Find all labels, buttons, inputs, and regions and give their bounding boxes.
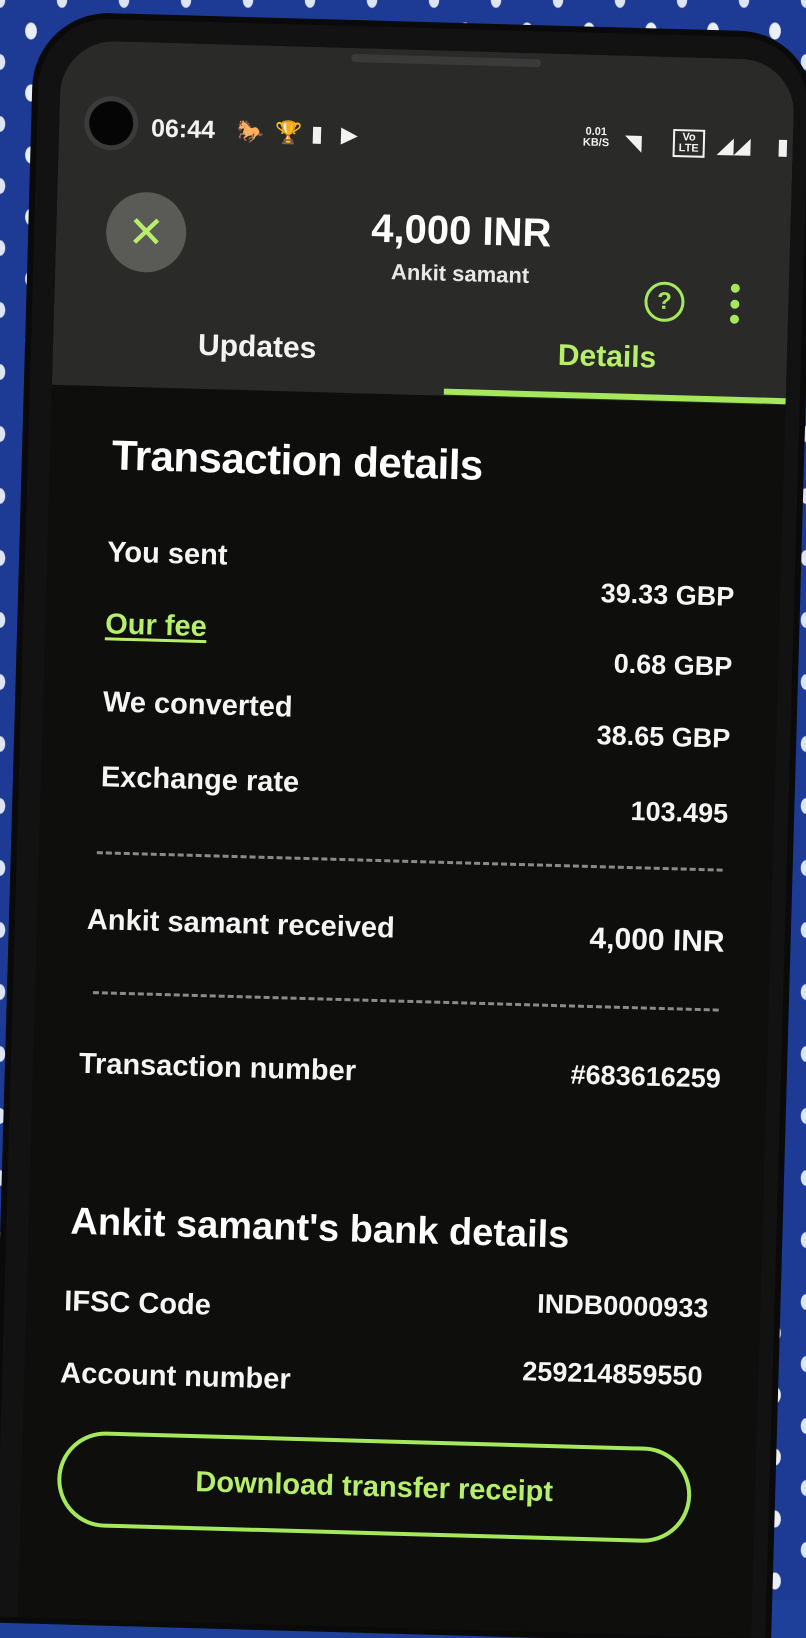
label-you-sent: You sent bbox=[106, 536, 228, 572]
network-speed: 0.01 KB/S bbox=[582, 126, 610, 150]
header-recipient: Ankit samant bbox=[390, 259, 530, 289]
status-bar: 06:44 🐎 🏆 ▮ ▶ 0.01 KB/S ◥ Vo LTE ◢◢ ▮ bbox=[150, 110, 790, 167]
divider bbox=[96, 851, 723, 872]
network-speed-unit: KB/S bbox=[582, 136, 610, 150]
label-we-converted: We converted bbox=[102, 686, 294, 724]
youtube-icon: ▶ bbox=[340, 121, 359, 148]
notification-icon: 🐎 bbox=[236, 118, 265, 145]
tab-updates[interactable]: Updates bbox=[198, 329, 317, 366]
help-icon[interactable]: ? bbox=[643, 281, 685, 323]
section-title-transaction: Transaction details bbox=[111, 431, 484, 489]
value-account-number[interactable]: 259214859550 bbox=[522, 1356, 703, 1392]
value-ifsc[interactable]: INDB0000933 bbox=[537, 1289, 709, 1325]
divider bbox=[92, 991, 719, 1012]
volte-badge: Vo LTE bbox=[672, 128, 706, 158]
value-our-fee: 0.68 GBP bbox=[613, 648, 733, 682]
signal-icon: ◢◢ bbox=[716, 132, 752, 159]
status-time: 06:44 bbox=[150, 114, 216, 145]
our-fee-link[interactable]: Our fee bbox=[105, 608, 207, 644]
app-header: 06:44 🐎 🏆 ▮ ▶ 0.01 KB/S ◥ Vo LTE ◢◢ ▮ ✕ … bbox=[51, 39, 796, 406]
label-exchange-rate: Exchange rate bbox=[100, 761, 300, 799]
front-camera bbox=[88, 100, 134, 146]
wifi-icon: ◥ bbox=[624, 129, 643, 156]
phone-body: 06:44 🐎 🏆 ▮ ▶ 0.01 KB/S ◥ Vo LTE ◢◢ ▮ ✕ … bbox=[0, 17, 806, 1638]
phone-screen: 06:44 🐎 🏆 ▮ ▶ 0.01 KB/S ◥ Vo LTE ◢◢ ▮ ✕ … bbox=[17, 39, 796, 1638]
sim-icon: ▮ bbox=[310, 120, 324, 147]
label-ifsc: IFSC Code bbox=[63, 1285, 212, 1322]
label-transaction-number: Transaction number bbox=[78, 1047, 357, 1088]
close-icon: ✕ bbox=[127, 207, 166, 258]
battery-icon: ▮ bbox=[776, 133, 790, 160]
download-receipt-button[interactable]: Download transfer receipt bbox=[56, 1430, 693, 1544]
value-transaction-number[interactable]: #683616259 bbox=[570, 1059, 721, 1094]
value-we-converted: 38.65 GBP bbox=[596, 720, 731, 754]
value-exchange-rate: 103.495 bbox=[630, 796, 729, 829]
details-content: Transaction details You sent 39.33 GBP O… bbox=[17, 385, 785, 1638]
value-you-sent: 39.33 GBP bbox=[600, 578, 735, 612]
section-title-bank: Ankit samant's bank details bbox=[69, 1200, 570, 1257]
trophy-icon: 🏆 bbox=[274, 119, 303, 146]
tab-details[interactable]: Details bbox=[557, 339, 656, 376]
label-received: Ankit samant received bbox=[86, 903, 396, 945]
value-received: 4,000 INR bbox=[589, 921, 726, 959]
close-button[interactable]: ✕ bbox=[105, 191, 188, 274]
header-amount: 4,000 INR bbox=[370, 206, 552, 256]
label-account-number: Account number bbox=[59, 1357, 292, 1396]
earpiece-speaker bbox=[351, 53, 542, 68]
more-options-icon[interactable] bbox=[728, 283, 741, 324]
